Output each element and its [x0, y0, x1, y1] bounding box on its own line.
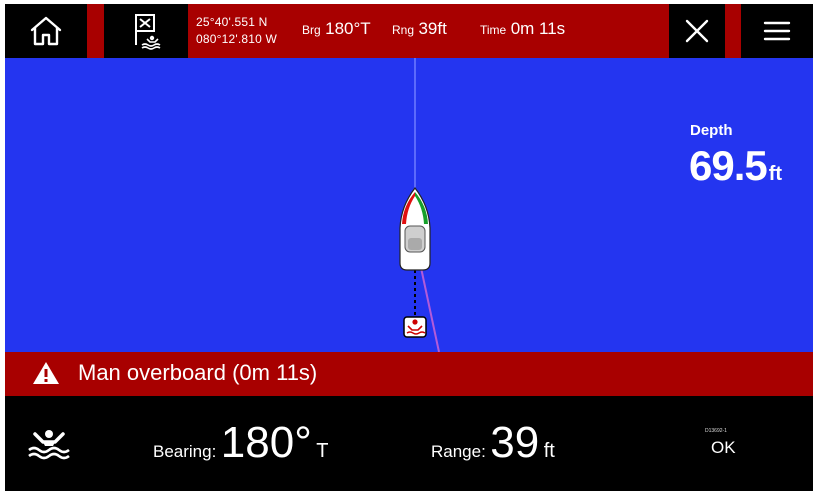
alarm-bar[interactable]: Man overboard (0m 11s): [5, 352, 813, 396]
time-value: 0m 11s: [510, 19, 566, 38]
navigation-graphics: [399, 58, 440, 352]
home-button[interactable]: [5, 4, 87, 58]
range-value: 39: [490, 418, 540, 467]
bearing-value: 180°T: [325, 19, 371, 38]
red-strip: [87, 4, 104, 58]
depth-value: 69.5: [689, 142, 768, 189]
mob-marker-icon: [403, 316, 427, 338]
range-label: Range:: [431, 442, 486, 461]
course-line: [419, 262, 440, 352]
menu-button[interactable]: [741, 4, 813, 58]
bearing-label: Brg: [302, 23, 321, 37]
swimmer-icon: [28, 430, 70, 460]
bearing-readout: Brg 180°T: [302, 19, 371, 39]
range-label: Rng: [392, 23, 415, 37]
depth-label: Depth: [690, 122, 733, 139]
bearing-unit: T: [316, 440, 329, 462]
bearing-value: 180°: [220, 418, 312, 467]
latitude: 25°40'.551 N: [196, 15, 268, 29]
close-icon: [685, 19, 709, 43]
close-button[interactable]: [669, 4, 725, 58]
time-readout: Time 0m 11s: [480, 19, 565, 39]
top-bar: 25°40'.551 N 080°12'.810 W Brg 180°T Rng…: [5, 4, 813, 58]
document-code: D13692-1: [705, 428, 727, 434]
ok-button[interactable]: OK: [711, 438, 743, 458]
alarm-message: Man overboard (0m 11s): [78, 360, 318, 385]
bearing-display: Bearing: 180° T: [153, 418, 328, 468]
mob-info-bar: 25°40'.551 N 080°12'.810 W Brg 180°T Rng…: [188, 4, 669, 58]
mob-data-panel: Bearing: 180° T Range: 39 ft D13692-1 OK: [5, 396, 813, 491]
red-strip: [725, 4, 741, 58]
depth-unit: ft: [768, 163, 783, 185]
longitude: 080°12'.810 W: [196, 32, 278, 46]
bearing-label: Bearing:: [153, 442, 217, 461]
time-label: Time: [480, 23, 507, 37]
menu-icon: [763, 21, 791, 41]
depth-readout: 69.5 ft: [689, 142, 782, 190]
range-value: 39ft: [418, 19, 447, 38]
warning-icon: [33, 362, 59, 384]
range-unit: ft: [543, 440, 555, 462]
mob-screen: 25°40'.551 N 080°12'.810 W Brg 180°T Rng…: [5, 4, 813, 491]
man-overboard-flag-icon: [135, 14, 161, 50]
range-readout: Rng 39ft: [392, 19, 447, 39]
home-icon: [30, 16, 62, 46]
man-overboard-button[interactable]: [104, 4, 188, 58]
vessel-icon: [399, 187, 431, 271]
navigation-view[interactable]: Depth 69.5 ft: [5, 58, 813, 352]
range-display: Range: 39 ft: [431, 418, 555, 468]
